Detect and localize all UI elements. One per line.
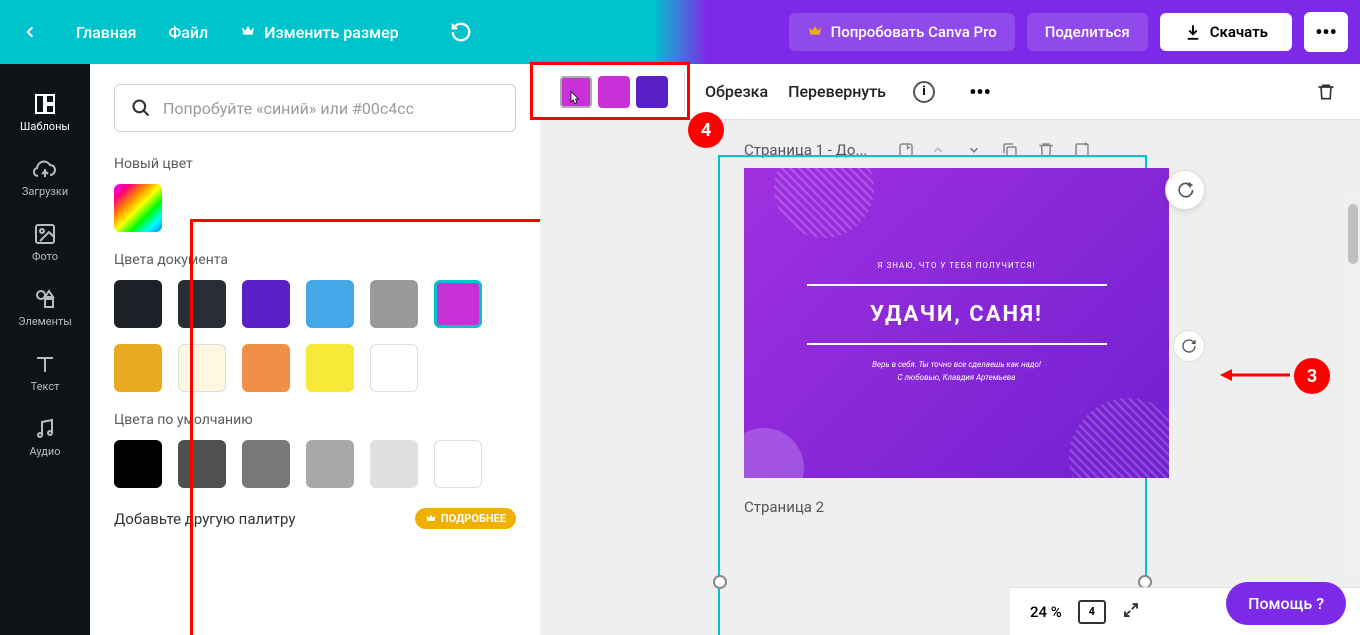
share-button[interactable]: Поделиться — [1027, 13, 1148, 51]
resize-button[interactable]: Изменить размер — [236, 15, 402, 50]
page-2-title: Страница 2 — [744, 498, 1336, 516]
doc-color-swatch[interactable] — [114, 280, 162, 328]
doc-color-swatch[interactable] — [114, 344, 162, 392]
color-picker-button[interactable] — [114, 184, 162, 232]
sidebar-audio[interactable]: Аудио — [0, 405, 90, 470]
undo-button[interactable] — [443, 14, 479, 50]
notes-icon[interactable] — [896, 140, 916, 160]
color-search-input[interactable] — [163, 99, 499, 118]
doc-color-swatch[interactable] — [306, 344, 354, 392]
page-title: Страница 1 - До... — [744, 141, 884, 159]
fill-color-chip-1[interactable] — [560, 76, 592, 108]
doc-color-swatch[interactable] — [370, 344, 418, 392]
try-pro-button[interactable]: Попробовать Canva Pro — [789, 13, 1015, 51]
design-page-1[interactable]: Я ЗНАЮ, ЧТО У ТЕБЯ ПОЛУЧИТСЯ! УДАЧИ, САН… — [744, 168, 1169, 478]
doc-color-swatch[interactable] — [178, 280, 226, 328]
doc-color-swatch[interactable] — [306, 280, 354, 328]
add-palette-link[interactable]: Добавьте другую палитру — [114, 510, 295, 528]
default-color-swatch[interactable] — [434, 440, 482, 488]
crown-icon — [807, 24, 823, 40]
default-color-swatch[interactable] — [178, 440, 226, 488]
page-grid-button[interactable]: 4 — [1078, 600, 1106, 624]
default-color-swatch[interactable] — [306, 440, 354, 488]
vertical-scrollbar[interactable] — [1348, 194, 1358, 574]
more-context-button[interactable]: ••• — [962, 74, 998, 110]
default-color-swatch[interactable] — [370, 440, 418, 488]
default-color-swatch[interactable] — [114, 440, 162, 488]
fill-color-chip-2[interactable] — [598, 76, 630, 108]
annotation-3: 3 — [1294, 358, 1330, 394]
doc-color-swatch[interactable] — [178, 344, 226, 392]
trash-icon — [1316, 82, 1336, 102]
crown-icon — [425, 513, 437, 525]
sidebar-templates[interactable]: Шаблоны — [0, 80, 90, 145]
design-sub1: Верь в себя. Ты точно все сделаешь как н… — [872, 359, 1041, 372]
sidebar-photos[interactable]: Фото — [0, 210, 90, 275]
sync-button[interactable] — [1173, 330, 1205, 362]
zoom-value[interactable]: 24 % — [1030, 603, 1062, 621]
sidebar-uploads[interactable]: Загрузки — [0, 145, 90, 210]
design-pretitle: Я ЗНАЮ, ЧТО У ТЕБЯ ПОЛУЧИТСЯ! — [877, 261, 1035, 270]
help-button[interactable]: Помощь ? — [1226, 582, 1346, 625]
doc-color-swatch[interactable] — [242, 280, 290, 328]
sidebar-elements[interactable]: Элементы — [0, 275, 90, 340]
sidebar-text[interactable]: Текст — [0, 340, 90, 405]
flip-button[interactable]: Перевернуть — [788, 82, 886, 101]
info-button[interactable]: i — [906, 74, 942, 110]
crop-button[interactable]: Обрезка — [705, 82, 768, 101]
more-badge[interactable]: ПОДРОБНЕЕ — [415, 508, 516, 529]
add-page-button[interactable] — [1072, 140, 1092, 160]
fullscreen-button[interactable] — [1122, 601, 1140, 623]
design-title: УДАЧИ, САНЯ! — [870, 302, 1043, 327]
more-menu-button[interactable]: ••• — [1304, 12, 1348, 52]
doc-color-swatch[interactable] — [242, 344, 290, 392]
side-nav: Шаблоны Загрузки Фото Элементы Текст Ауд… — [0, 64, 90, 635]
info-icon: i — [913, 81, 935, 103]
default-color-swatch[interactable] — [242, 440, 290, 488]
default-colors-label: Цвета по умолчанию — [114, 412, 516, 428]
delete-button[interactable] — [1308, 74, 1344, 110]
doc-color-swatch[interactable] — [370, 280, 418, 328]
back-button[interactable] — [12, 14, 48, 50]
delete-page-button[interactable] — [1036, 140, 1056, 160]
design-sub2: С любовью, Клавдия Артемьева — [872, 372, 1041, 385]
doc-colors-label: Цвета документа — [114, 252, 516, 268]
photo-icon — [33, 222, 57, 246]
templates-icon — [33, 92, 57, 116]
shapes-icon — [33, 287, 57, 311]
home-link[interactable]: Главная — [72, 15, 141, 50]
top-toolbar: Главная Файл Изменить размер Попробовать… — [0, 0, 1360, 64]
fill-color-chip-3[interactable] — [636, 76, 668, 108]
move-down-button[interactable] — [964, 140, 984, 160]
refresh-icon — [1181, 338, 1197, 354]
download-button[interactable]: Скачать — [1160, 13, 1292, 51]
doc-color-swatch[interactable] — [434, 280, 482, 328]
file-menu[interactable]: Файл — [165, 15, 213, 50]
search-icon — [131, 98, 151, 118]
add-comment-button[interactable] — [1165, 170, 1205, 210]
new-color-label: Новый цвет — [114, 156, 516, 172]
cloud-upload-icon — [33, 157, 57, 181]
context-toolbar: Обрезка Перевернуть i ••• 4 — [540, 64, 1360, 120]
color-panel: Новый цвет Цвета документа Цвета по умол… — [90, 64, 540, 635]
crown-icon — [240, 24, 256, 40]
download-icon — [1184, 23, 1202, 41]
move-up-button[interactable] — [928, 140, 948, 160]
text-icon — [33, 352, 57, 376]
canvas-area: Обрезка Перевернуть i ••• 4 Страница 1 -… — [540, 64, 1360, 635]
annotation-arrow-3 — [1220, 365, 1290, 385]
comment-plus-icon — [1175, 180, 1195, 200]
color-search[interactable] — [114, 84, 516, 132]
audio-icon — [33, 417, 57, 441]
duplicate-page-button[interactable] — [1000, 140, 1020, 160]
